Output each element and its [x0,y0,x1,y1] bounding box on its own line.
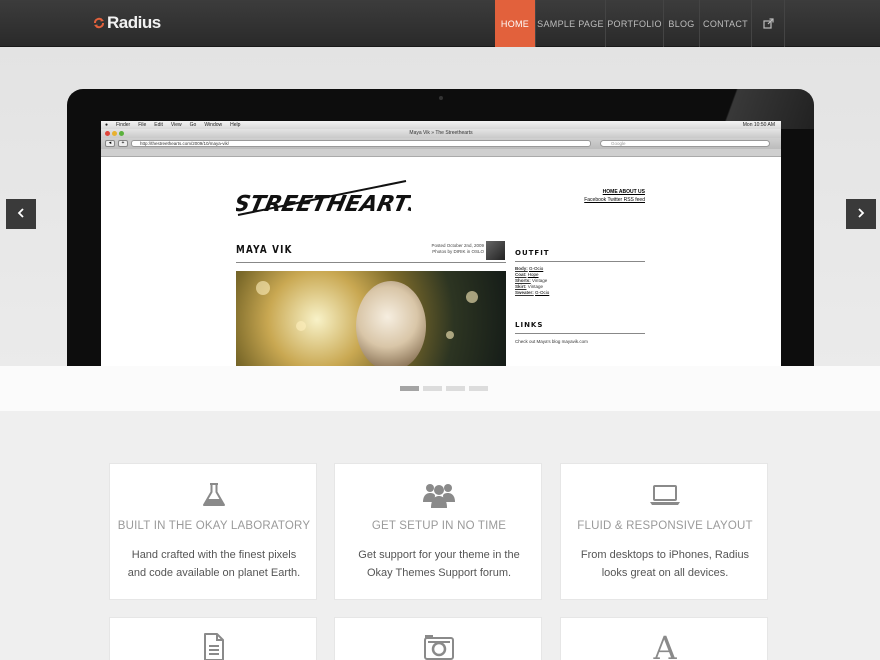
flask-icon [110,482,318,508]
close-dot [105,131,110,136]
slider-dot-4[interactable] [469,386,488,391]
logo-refresh-icon [93,17,105,29]
add-bookmark-icon: + [118,140,128,147]
browser-url: http://thestreethearts.com/2009/10/maya-… [131,140,591,147]
nav-blog[interactable]: BLOG [663,0,699,47]
slider-pagination [400,386,488,391]
slider-dot-1[interactable] [400,386,419,391]
outfit-heading: OUTFIT [515,249,550,257]
feature-text: Get support for your theme in the Okay T… [358,549,520,579]
post-meta: Posted October 2nd, 2009 Photos by DIRIK… [431,243,484,254]
feature-card-laboratory: BUILT IN THE OKAY LABORATORY Hand crafte… [109,463,317,600]
slider-next-button[interactable] [846,199,876,229]
users-icon [335,480,543,510]
bookmarks-bar [101,149,781,157]
browser-toolbar: ◂ + http://thestreethearts.com/2009/10/m… [101,138,781,149]
browser-titlebar: Maya Vik » The Streethearts [101,129,781,138]
slider-prev-button[interactable] [6,199,36,229]
streethearts-logo: STREETHEARTS [232,177,427,224]
feature-card-responsive: FLUID & RESPONSIVE LAYOUT From desktops … [560,463,768,600]
top-bar: Radius HOME SAMPLE PAGE PORTFOLIO BLOG C… [0,0,880,47]
feature-card-font: A [560,617,768,660]
streethearts-page: STREETHEARTS HOME ABOUT US Facebook Twit… [101,157,781,368]
camera-dot [439,96,443,100]
font-icon: A [561,630,769,660]
external-link-icon [762,18,774,29]
svg-text:STREETHEARTS: STREETHEARTS [236,191,411,217]
links-text: Check out Maya's blog mayavik.com [515,339,588,344]
apple-icon: ● [105,122,109,128]
site-logo[interactable]: Radius [93,13,161,33]
camera-icon [335,634,543,660]
feature-card-document [109,617,317,660]
logo-text: Radius [107,13,161,32]
author-avatar [486,241,505,260]
post-photo [236,271,506,368]
slider-dot-3[interactable] [446,386,465,391]
browser-search: Google [600,140,770,147]
post-title: MAYA VIK [236,243,293,256]
chevron-right-icon [857,205,865,223]
site-links: HOME ABOUT US Facebook Twitter RSS feed [584,189,645,203]
browser-title: Maya Vik » The Streethearts [409,130,473,136]
links-heading: LINKS [515,321,544,329]
mac-menu-bar: ● Finder File Edit View Go Window Help M… [101,121,781,129]
feature-title: BUILT IN THE OKAY LABORATORY [117,520,311,532]
feature-text: Hand crafted with the finest pixels and … [127,549,301,579]
feature-text: From desktops to iPhones, Radius looks g… [580,549,750,579]
nav-contact[interactable]: CONTACT [699,0,751,47]
chevron-left-icon [17,205,25,223]
slide-screenshot: ● Finder File Edit View Go Window Help M… [101,121,781,368]
zoom-dot [119,131,124,136]
feature-title: FLUID & RESPONSIVE LAYOUT [577,520,753,532]
slider-dot-2[interactable] [423,386,442,391]
document-icon [110,633,318,660]
feature-card-setup: GET SETUP IN NO TIME Get support for you… [334,463,542,600]
laptop-icon [561,484,769,506]
svg-text:A: A [652,630,677,660]
external-link-button[interactable] [751,0,785,47]
feature-title: GET SETUP IN NO TIME [371,520,507,532]
nav-sample-page[interactable]: SAMPLE PAGE [535,0,605,47]
minimize-dot [112,131,117,136]
feature-card-camera [334,617,542,660]
nav-home[interactable]: HOME [495,0,535,47]
outfit-list: Body: G-Ocio Coat: Hope Shorts: Vintage … [515,266,550,295]
mac-clock: Mon 10:50 AM [742,122,775,128]
main-nav: HOME SAMPLE PAGE PORTFOLIO BLOG CONTACT [495,0,785,47]
nav-portfolio[interactable]: PORTFOLIO [605,0,663,47]
back-icon: ◂ [105,140,115,147]
